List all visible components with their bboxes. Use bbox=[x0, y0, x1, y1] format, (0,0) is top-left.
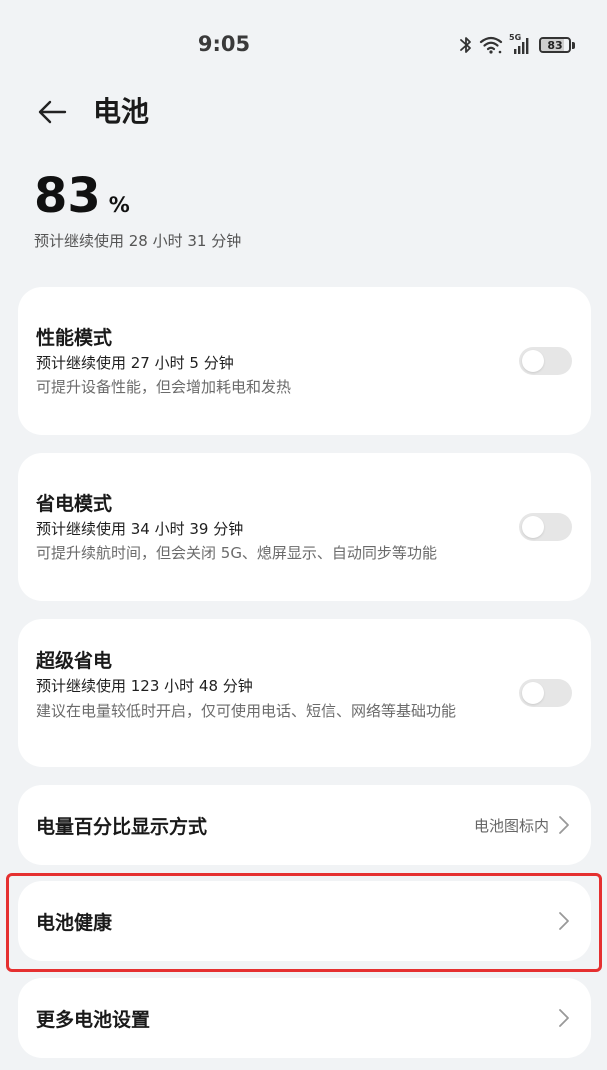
performance-mode-toggle[interactable] bbox=[519, 347, 572, 375]
chevron-right-icon bbox=[559, 1009, 569, 1027]
performance-mode-card: 性能模式 预计继续使用 27 小时 5 分钟 可提升设备性能，但会增加耗电和发热 bbox=[18, 287, 591, 435]
power-saving-mode-toggle[interactable] bbox=[519, 513, 572, 541]
battery-level-text: 83 bbox=[547, 38, 563, 52]
battery-cap bbox=[572, 41, 575, 49]
mode-estimate: 预计继续使用 123 小时 48 分钟 bbox=[36, 677, 253, 695]
mode-description: 可提升续航时间，但会关闭 5G、熄屏显示、自动同步等功能 bbox=[36, 544, 437, 562]
ultra-power-saving-toggle[interactable] bbox=[519, 679, 572, 707]
remaining-time: 预计继续使用 28 小时 31 分钟 bbox=[34, 232, 242, 250]
mode-description: 建议在电量较低时开启，仅可使用电话、短信、网络等基础功能 bbox=[36, 702, 457, 720]
battery-percentage: 83 bbox=[34, 168, 101, 224]
mode-estimate: 预计继续使用 27 小时 5 分钟 bbox=[36, 354, 234, 372]
battery-health-row[interactable]: 电池健康 bbox=[18, 881, 591, 961]
row-title: 电池健康 bbox=[36, 912, 113, 934]
mode-title: 省电模式 bbox=[36, 493, 113, 515]
bluetooth-icon bbox=[459, 35, 473, 55]
wifi-icon bbox=[479, 35, 503, 55]
toggle-knob bbox=[522, 350, 544, 372]
percentage-display-row[interactable]: 电量百分比显示方式 电池图标内 bbox=[18, 785, 591, 865]
toggle-knob bbox=[522, 516, 544, 538]
status-bar: 9:05 5G 83 bbox=[0, 0, 607, 88]
more-battery-settings-row[interactable]: 更多电池设置 bbox=[18, 978, 591, 1058]
page-title: 电池 bbox=[93, 95, 150, 128]
row-title: 电量百分比显示方式 bbox=[36, 816, 208, 838]
back-button[interactable] bbox=[32, 94, 72, 130]
percent-sign: % bbox=[108, 193, 130, 217]
chevron-right-icon bbox=[559, 816, 569, 834]
status-time: 9:05 bbox=[197, 32, 251, 56]
battery-body: 83 bbox=[539, 37, 571, 53]
row-title: 更多电池设置 bbox=[36, 1009, 151, 1031]
toggle-knob bbox=[522, 682, 544, 704]
status-icons: 5G 83 bbox=[459, 33, 575, 56]
mode-title: 性能模式 bbox=[36, 327, 113, 349]
mode-description: 可提升设备性能，但会增加耗电和发热 bbox=[36, 378, 292, 396]
arrow-left-icon bbox=[38, 100, 67, 124]
row-value: 电池图标内 bbox=[473, 817, 549, 835]
chevron-right-icon bbox=[559, 912, 569, 930]
network-type-label: 5G bbox=[509, 33, 522, 42]
power-saving-mode-card: 省电模式 预计继续使用 34 小时 39 分钟 可提升续航时间，但会关闭 5G、… bbox=[18, 453, 591, 601]
battery-level: 83 % bbox=[34, 168, 130, 224]
mode-estimate: 预计继续使用 34 小时 39 分钟 bbox=[36, 520, 244, 538]
page-header: 电池 bbox=[0, 88, 607, 136]
ultra-power-saving-card: 超级省电 预计继续使用 123 小时 48 分钟 建议在电量较低时开启，仅可使用… bbox=[18, 619, 591, 767]
mode-title: 超级省电 bbox=[36, 650, 113, 672]
battery-icon: 83 bbox=[539, 37, 575, 53]
cellular-signal-icon: 5G bbox=[509, 33, 533, 55]
